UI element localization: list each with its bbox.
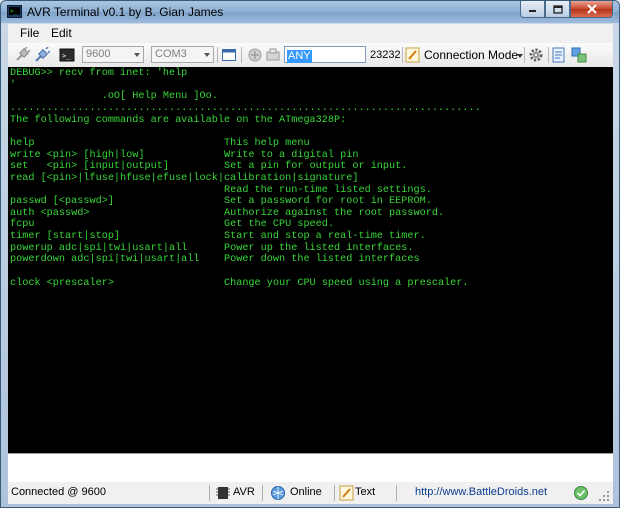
status-separator (334, 485, 335, 501)
windows-tile-icon[interactable] (571, 47, 587, 63)
toolbar-separator (402, 47, 403, 63)
svg-text:>_: >_ (10, 8, 18, 15)
toolbar-separator (241, 47, 242, 63)
terminal-icon[interactable]: >_ (59, 47, 75, 63)
gear-icon[interactable] (528, 47, 544, 63)
maximize-icon (552, 4, 563, 14)
menu-file[interactable]: File (20, 26, 39, 40)
window-controls (520, 1, 613, 19)
title-bar[interactable]: >_ AVR Terminal v0.1 by B. Gian James (1, 1, 619, 23)
svg-text:>_: >_ (62, 52, 71, 60)
terminal-line: The following commands are available on … (10, 114, 347, 126)
online-status: Online (290, 486, 322, 498)
pencil-icon (405, 47, 420, 63)
document-icon[interactable] (551, 47, 567, 63)
website-link[interactable]: http://www.BattleDroids.net (415, 486, 547, 498)
terminal-line: write <pin> [high|low] Write to a digita… (10, 149, 359, 161)
minimize-button[interactable] (520, 1, 545, 18)
baud-rate-value: 9600 (86, 48, 111, 60)
chevron-down-icon (204, 53, 210, 57)
terminal-line: timer [start|stop] Start and stop a real… (10, 231, 426, 243)
menu-bar: File Edit (8, 24, 613, 43)
close-icon (586, 4, 597, 14)
com-port-value: COM3 (155, 48, 187, 60)
minimize-icon (529, 10, 536, 12)
mode-status: Text (355, 486, 376, 498)
host-address-input[interactable]: ANY (284, 46, 366, 63)
terminal-line: powerup adc|spi|twi|usart|all Power up t… (10, 242, 414, 254)
toolbar: >_ 9600 COM3 ANY 23232 Connection Mode (8, 43, 613, 68)
terminal-line: .oO[ Help Menu ]Oo. (10, 91, 218, 103)
chevron-down-icon (517, 54, 523, 58)
status-separator (262, 485, 263, 501)
pencil-icon (339, 485, 354, 501)
connection-mode-label: Connection Mode (424, 48, 519, 62)
terminal-line: clock <prescaler> Change your CPU speed … (10, 277, 469, 289)
terminal-line: ........................................… (10, 102, 481, 114)
toolbar-separator (217, 47, 218, 63)
baud-rate-select[interactable]: 9600 (82, 46, 144, 63)
toolbar-separator (524, 47, 525, 63)
globe-icon (271, 486, 285, 500)
plug-connect-icon[interactable] (14, 47, 30, 63)
network-port-value[interactable]: 23232 (370, 49, 401, 61)
terminal-line: passwd [<passwd>] Set a password for roo… (10, 196, 432, 208)
host-address-value: ANY (287, 50, 312, 63)
status-bar: Connected @ 9600 AVR Online Text http://… (8, 482, 613, 504)
window-title: AVR Terminal v0.1 by B. Gian James (27, 5, 224, 19)
terminal-line: powerdown adc|spi|twi|usart|all Power do… (10, 254, 420, 266)
terminal-line: ' (10, 79, 17, 91)
terminal-line: DEBUG>> recv from inet: 'help (10, 68, 188, 79)
menu-edit[interactable]: Edit (51, 26, 72, 40)
toolbar-separator (548, 47, 549, 63)
status-ok-icon (574, 486, 588, 500)
network-connect-icon[interactable] (265, 47, 281, 63)
maximize-button[interactable] (545, 1, 570, 18)
terminal-line: help This help menu (10, 137, 310, 149)
resize-grip-icon[interactable] (598, 490, 610, 502)
chip-icon (216, 487, 230, 499)
terminal-line: Read the run-time listed settings. (10, 184, 432, 196)
app-icon: >_ (7, 5, 22, 18)
terminal-line: set <pin> [input|output] Set a pin for o… (10, 161, 408, 173)
network-disconnect-icon[interactable] (247, 47, 263, 63)
plug-disconnect-icon[interactable] (34, 47, 50, 63)
app-window: >_ AVR Terminal v0.1 by B. Gian James Fi… (0, 0, 620, 508)
terminal-output[interactable]: DEBUG>> recv from inet: 'help ' .oO[ Help… (8, 67, 613, 453)
close-button[interactable] (570, 1, 613, 18)
window-icon[interactable] (221, 47, 237, 63)
command-input[interactable] (8, 453, 613, 483)
com-port-select[interactable]: COM3 (151, 46, 214, 63)
terminal-line: read [<pin>|lfuse|hfuse|efuse|lock|calib… (10, 172, 359, 184)
terminal-line: fcpu Get the CPU speed. (10, 219, 335, 231)
connection-status: Connected @ 9600 (11, 486, 106, 498)
chevron-down-icon (134, 53, 140, 57)
status-separator (209, 485, 210, 501)
terminal-line: auth <passwd> Authorize against the root… (10, 207, 445, 219)
device-status: AVR (233, 486, 255, 498)
status-separator (396, 485, 397, 501)
